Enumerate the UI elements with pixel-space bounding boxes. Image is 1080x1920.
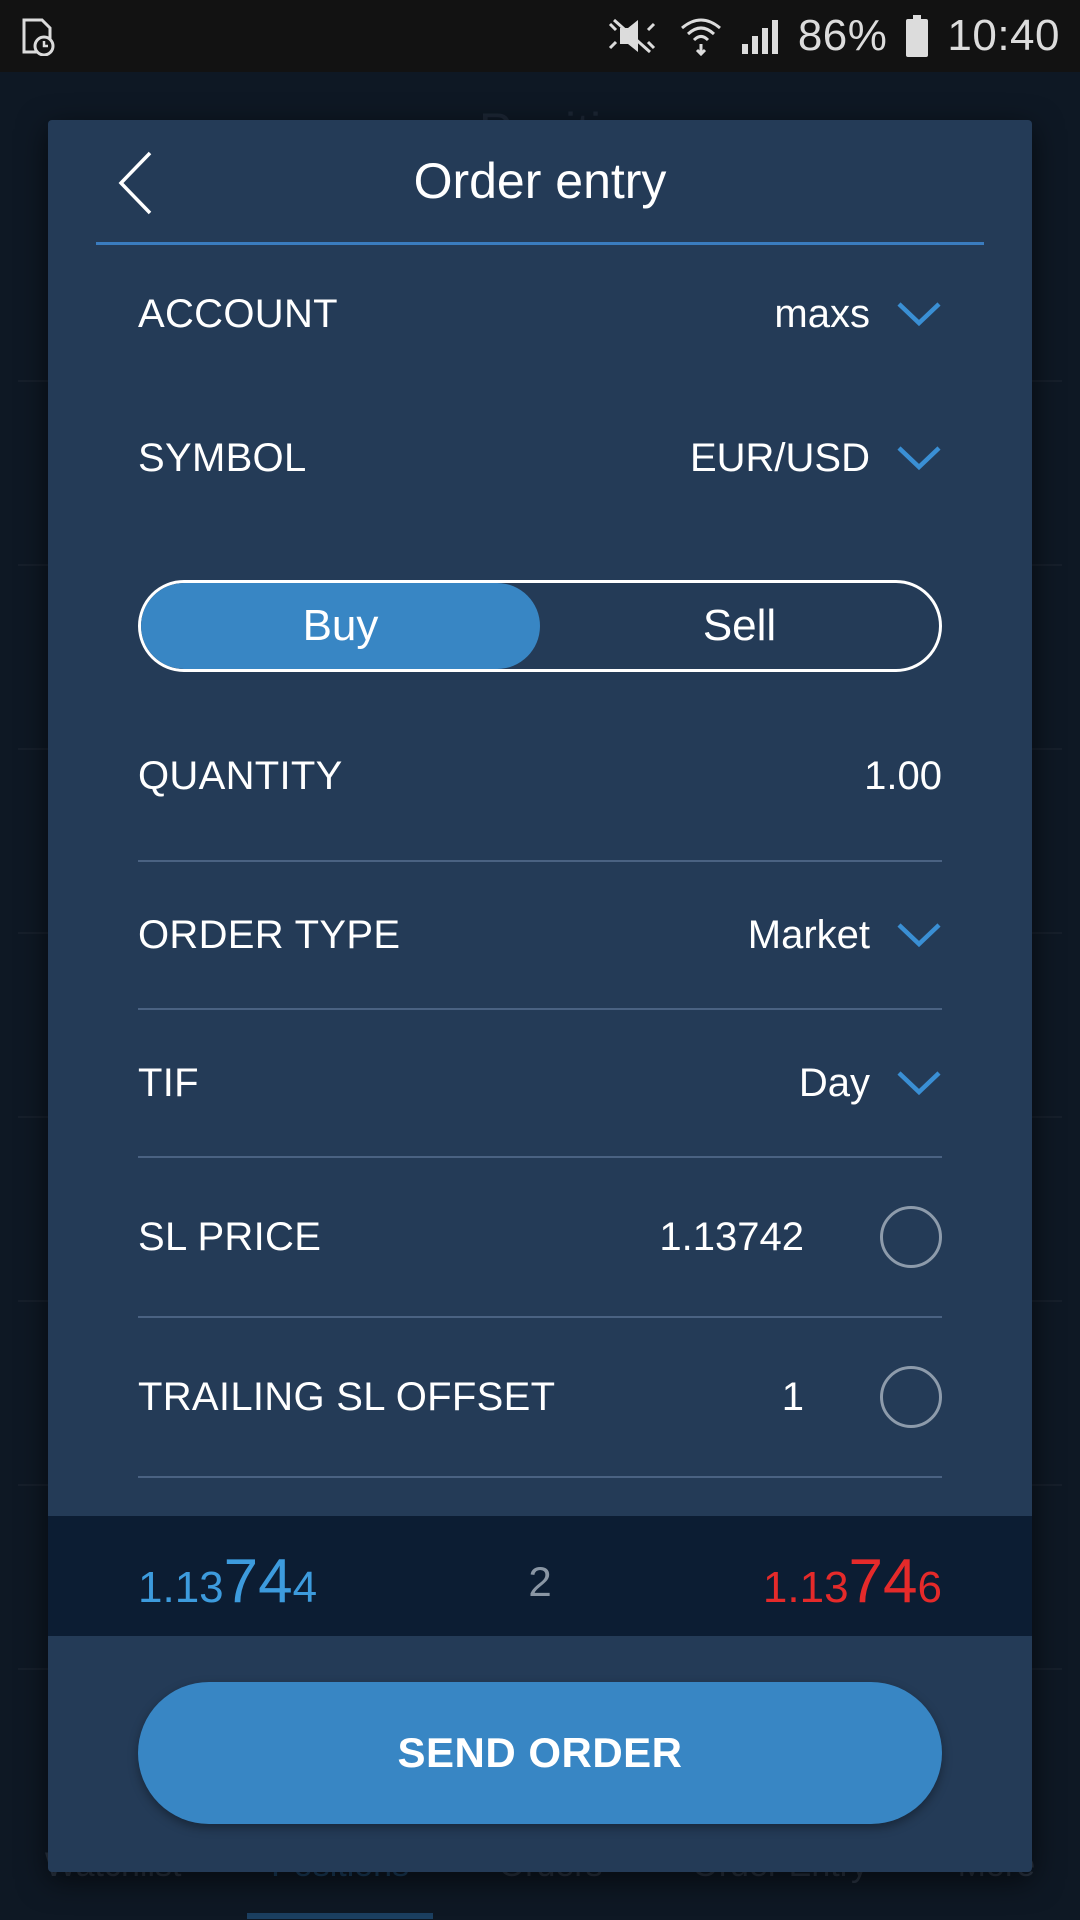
clock-time: 10:40	[947, 11, 1060, 60]
account-value: maxs	[774, 291, 870, 336]
order-type-label: ORDER TYPE	[138, 912, 401, 957]
chevron-down-icon	[896, 921, 942, 949]
quantity-input[interactable]: 1.00	[864, 754, 942, 799]
chevron-left-icon	[116, 150, 156, 221]
sl-price-input[interactable]: 1.13742	[659, 1215, 804, 1260]
account-select[interactable]: maxs	[774, 292, 942, 337]
sell-button[interactable]: Sell	[540, 583, 939, 669]
clock-sim-icon	[20, 16, 56, 56]
ask-price[interactable]: 1.13 74 6	[763, 1516, 942, 1636]
quantity-row[interactable]: QUANTITY 1.00	[138, 692, 942, 862]
symbol-row[interactable]: SYMBOL EUR/USD	[138, 386, 942, 530]
mute-icon	[606, 16, 662, 56]
status-bar: 86% 10:40	[0, 0, 1080, 72]
bid-price-prefix: 1.13	[138, 1563, 224, 1612]
tif-label: TIF	[138, 1060, 199, 1105]
bid-price-suffix: 4	[292, 1563, 318, 1612]
trailing-sl-radio[interactable]	[880, 1366, 942, 1428]
buy-sell-toggle: Buy Sell	[138, 580, 942, 672]
tif-value: Day	[798, 1060, 870, 1105]
sl-price-radio[interactable]	[880, 1206, 942, 1268]
account-label: ACCOUNT	[138, 291, 338, 336]
sl-price-control: 1.13742	[659, 1206, 942, 1268]
battery-percent: 86%	[797, 11, 888, 60]
ask-price-suffix: 6	[917, 1563, 942, 1612]
tif-row[interactable]: TIF Day	[138, 1010, 942, 1158]
status-right: 86% 10:40	[606, 11, 1060, 61]
dialog-title: Order entry	[413, 153, 667, 209]
back-button[interactable]	[96, 140, 176, 230]
dialog-header: Order entry	[96, 120, 984, 245]
quote-bar: 1.13 74 4 2 1.13 74 6	[48, 1516, 1032, 1636]
signal-icon	[740, 16, 780, 56]
status-left	[20, 16, 56, 56]
trailing-sl-input[interactable]: 1	[782, 1375, 804, 1420]
order-entry-dialog: Order entry ACCOUNT maxs SYMBOL EUR/USD	[48, 120, 1032, 1872]
trailing-sl-label: TRAILING SL OFFSET	[138, 1374, 556, 1419]
wifi-icon	[680, 16, 722, 56]
order-type-select[interactable]: Market	[748, 913, 942, 958]
order-type-value: Market	[747, 912, 870, 957]
ask-price-prefix: 1.13	[762, 1563, 849, 1612]
symbol-label: SYMBOL	[138, 435, 307, 480]
buy-button[interactable]: Buy	[141, 583, 540, 669]
chevron-down-icon	[896, 300, 942, 328]
chevron-down-icon	[896, 1069, 942, 1097]
tif-select[interactable]: Day	[799, 1061, 942, 1106]
sl-price-label: SL PRICE	[138, 1214, 322, 1259]
symbol-select[interactable]: EUR/USD	[690, 436, 942, 481]
quantity-label: QUANTITY	[138, 753, 343, 798]
chevron-down-icon	[896, 444, 942, 472]
trailing-sl-control: 1	[782, 1366, 942, 1428]
ask-price-pips: 74	[848, 1547, 918, 1616]
symbol-value: EUR/USD	[689, 435, 870, 480]
order-type-row[interactable]: ORDER TYPE Market	[138, 862, 942, 1010]
bid-price-pips: 74	[223, 1547, 293, 1616]
account-row[interactable]: ACCOUNT maxs	[138, 242, 942, 386]
sl-price-row: SL PRICE 1.13742	[138, 1158, 942, 1318]
trailing-sl-row: TRAILING SL OFFSET 1	[138, 1318, 942, 1478]
battery-icon	[905, 15, 929, 57]
bid-price[interactable]: 1.13 74 4	[138, 1516, 317, 1636]
send-order-button[interactable]: SEND ORDER	[138, 1682, 942, 1824]
